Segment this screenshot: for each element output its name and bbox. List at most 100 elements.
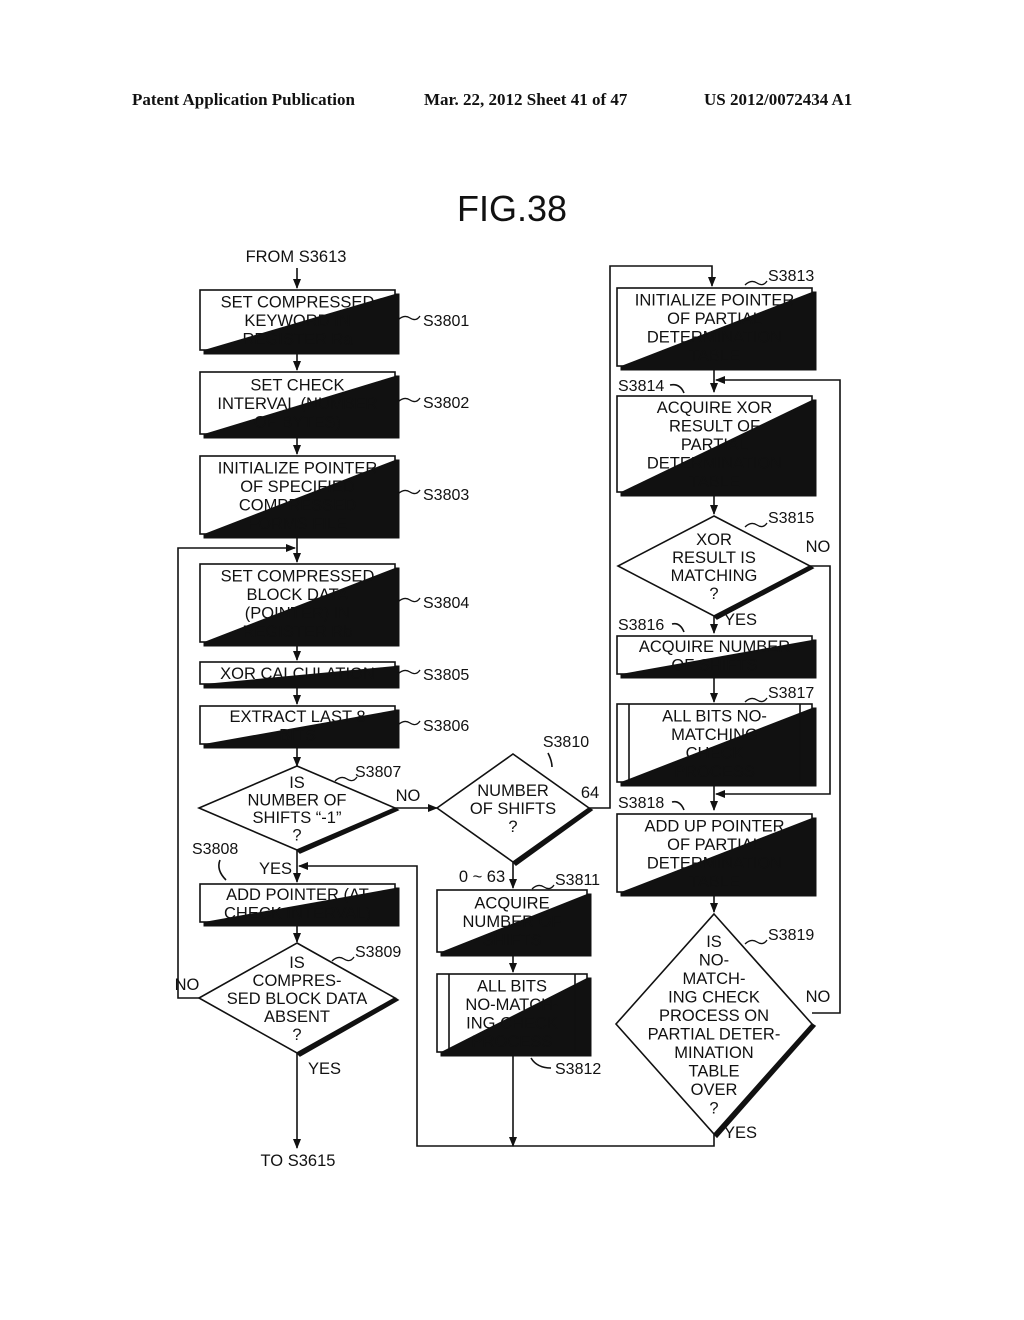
step-s3803-line: FORMS FILE: [248, 515, 347, 533]
ref-leader: [331, 956, 355, 962]
ref-label-s3808: S3808: [192, 841, 238, 858]
ref-label-s3811: S3811: [555, 872, 600, 889]
ref-label-s3817: S3817: [768, 685, 814, 702]
step-s3819-line: TABLE: [688, 1062, 739, 1080]
step-s3812-line: ING CHECK: [466, 1014, 558, 1032]
box-shadow-bottom: [204, 642, 399, 646]
branch-label-s3809-yes: YES: [308, 1060, 341, 1078]
ref-leader: [744, 939, 768, 945]
ref-label-s3806: S3806: [423, 718, 469, 735]
box-shadow-right: [812, 292, 816, 370]
ref-label-s3809: S3809: [355, 944, 401, 961]
box-shadow-right: [395, 376, 399, 438]
step-s3807-line: IS: [289, 774, 305, 792]
ref-leader: [671, 800, 685, 811]
ref-label-s3816: S3816: [618, 617, 664, 634]
step-s3804-line: REGISTER Rb: [242, 623, 352, 641]
step-s3815-line: XOR: [696, 531, 732, 549]
branch-label-s3807-no: NO: [396, 787, 421, 805]
ref-leader: [397, 489, 421, 495]
ref-label-s3815: S3815: [768, 510, 814, 527]
step-s3816-line: ACQUIRE NUMBER: [639, 638, 790, 656]
step-s3814-line: PARTIAL: [681, 436, 748, 454]
step-s3815-line: RESULT IS: [672, 549, 756, 567]
step-s3804-line: SET COMPRESSED: [221, 567, 375, 585]
step-s3809-line: ?: [292, 1026, 301, 1044]
end-label: TO S3615: [261, 1152, 336, 1170]
step-s3801-line: SET COMPRESSED: [221, 294, 375, 312]
step-s3819-line: PARTIAL DETER-: [648, 1025, 781, 1043]
step-s3819-line: ING CHECK: [668, 988, 760, 1006]
box-shadow-right: [812, 640, 816, 678]
ref-label-s3801: S3801: [423, 313, 469, 330]
box-shadow-bottom: [204, 434, 399, 438]
ref-label-s3804: S3804: [423, 595, 469, 612]
step-s3810-line: OF SHIFTS: [470, 800, 556, 818]
step-s3804-line: (POINTER) IN: [245, 604, 350, 622]
step-s3819-line: ?: [709, 1099, 718, 1117]
ref-leader: [744, 522, 768, 528]
step-s3804-line: BLOCK DATA: [246, 586, 348, 604]
step-s3817-line: ALL BITS NO-: [662, 707, 767, 725]
ref-leader: [397, 720, 421, 726]
ref-leader: [669, 383, 685, 394]
ref-leader: [531, 884, 555, 890]
step-s3810-line: NUMBER: [477, 782, 549, 800]
box-shadow-right: [395, 888, 399, 926]
step-s3814-line: RESULT OF: [669, 418, 760, 436]
box-shadow-bottom: [204, 350, 399, 354]
ref-leader: [218, 859, 227, 881]
step-s3813-line: TABLE: [689, 347, 740, 365]
box-shadow-right: [812, 400, 816, 496]
step-s3819-line: IS: [706, 933, 722, 951]
box-shadow-right: [587, 894, 591, 956]
box-shadow-right: [812, 818, 816, 896]
step-s3811-line: ACQUIRE: [474, 895, 549, 913]
ref-label-s3803: S3803: [423, 487, 469, 504]
box-shadow-bottom: [204, 684, 399, 688]
step-s3807-line: SHIFTS “-1”: [253, 809, 342, 827]
ref-leader: [397, 397, 421, 403]
step-s3814-line: ACQUIRE XOR: [657, 399, 773, 417]
branch-label-s3810-range: 0 ~ 63: [459, 868, 505, 886]
branch-label-s3819-no: NO: [806, 988, 831, 1006]
box-shadow-right: [812, 708, 816, 786]
step-s3810-line: ?: [508, 818, 517, 836]
step-s3808-line: CHECK INTERVAL): [224, 904, 371, 922]
step-s3801-line: REGISTER Ra: [242, 331, 353, 349]
step-s3813-line: DETERMINATION: [647, 328, 782, 346]
box-shadow-bottom: [621, 366, 816, 370]
step-s3802-line: OF BYTES): [254, 414, 341, 432]
branch-label-s3809-no: NO: [175, 976, 200, 994]
step-s3802-line: SET CHECK: [250, 377, 344, 395]
step-s3819-line: OVER: [691, 1081, 738, 1099]
box-shadow-right: [395, 710, 399, 748]
step-s3814-line: TABLE: [689, 473, 740, 491]
box-shadow-bottom: [621, 492, 816, 496]
ref-label-s3807: S3807: [355, 764, 401, 781]
step-s3808-line: ADD POINTER (AT: [226, 886, 369, 904]
step-s3819-line: PROCESS ON: [659, 1007, 769, 1025]
box-shadow-bottom: [204, 922, 399, 926]
step-s3813-line: OF PARTIAL: [667, 310, 762, 328]
step-s3816-line: OF SHIFTS: [671, 656, 757, 674]
ref-label-s3814: S3814: [618, 378, 664, 395]
step-s3807-line: ?: [292, 826, 301, 844]
ref-label-s3802: S3802: [423, 395, 469, 412]
box-shadow-right: [587, 978, 591, 1056]
step-s3809-line: SED BLOCK DATA: [227, 990, 368, 1008]
step-s3803-line: OF SPECIFIED: [240, 478, 355, 496]
start-label: FROM S3613: [246, 248, 347, 266]
ref-leader: [530, 1057, 552, 1069]
box-shadow-bottom: [204, 534, 399, 538]
step-s3814-line: DETERMINATION: [647, 455, 782, 473]
ref-leader: [397, 315, 421, 321]
step-s3812-line: NO-MATCH-: [465, 996, 558, 1014]
step-s3809-line: IS: [289, 954, 305, 972]
step-s3817-line: PROCESS: [674, 763, 755, 781]
step-s3807-line: NUMBER OF: [248, 791, 347, 809]
step-s3801-line: KEYWORD IN: [244, 312, 350, 330]
box-shadow-right: [395, 294, 399, 354]
box-shadow-bottom: [621, 674, 816, 678]
step-s3806-line: BITS: [279, 726, 316, 744]
